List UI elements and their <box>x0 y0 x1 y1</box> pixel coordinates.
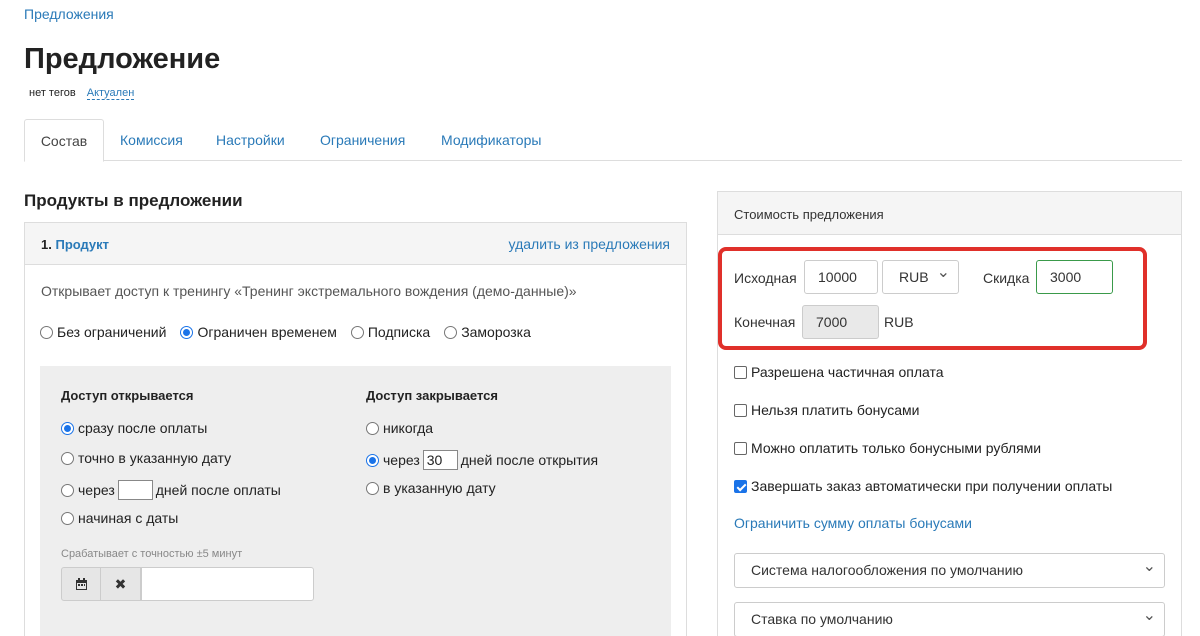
status-link[interactable]: Актуален <box>86 87 135 100</box>
radio-checked-icon[interactable] <box>61 421 74 435</box>
radio-icon[interactable] <box>61 483 74 497</box>
tab-settings[interactable]: Настройки <box>216 119 285 161</box>
tab-modifiers[interactable]: Модификаторы <box>441 119 541 161</box>
close-days-input[interactable]: 30 <box>422 450 458 470</box>
cost-panel-title: Стоимость предложения <box>718 192 1181 235</box>
product-description: Открывает доступ к тренингу «Тренинг экс… <box>41 283 577 299</box>
access-settings-box: Доступ открывается сразу после оплаты то… <box>40 366 671 636</box>
radio-checked-icon[interactable] <box>366 453 379 467</box>
checkbox-icon[interactable] <box>734 441 747 455</box>
date-picker-group: ✖ <box>61 567 314 601</box>
cost-panel: Стоимость предложения Исходная 10000 RUB… <box>717 191 1182 636</box>
checkbox-icon[interactable] <box>734 365 747 379</box>
radio-icon[interactable] <box>40 325 53 339</box>
radio-icon[interactable] <box>350 325 364 339</box>
tab-commission[interactable]: Комиссия <box>120 119 183 161</box>
auto-complete-order-checkbox[interactable]: Завершать заказ автоматически при получе… <box>734 478 1112 494</box>
access-open-title: Доступ открывается <box>61 388 194 403</box>
product-number: 1. <box>41 237 52 252</box>
checkbox-checked-icon[interactable] <box>734 479 747 493</box>
open-after-days-option[interactable]: через дней после оплаты <box>61 480 281 500</box>
currency-select[interactable]: RUB <box>882 257 959 294</box>
original-price-label: Исходная <box>734 270 797 286</box>
no-tags-label: нет тегов <box>29 87 76 99</box>
close-never-option[interactable]: никогда <box>366 420 433 436</box>
product-panel: 1. Продукт удалить из предложения Открыв… <box>24 222 687 636</box>
tags-row: нет тегов Актуален <box>29 87 135 100</box>
product-name-link[interactable]: Продукт <box>55 237 109 252</box>
remove-product-link[interactable]: удалить из предложения <box>509 236 670 252</box>
products-section-title: Продукты в предложении <box>24 191 243 210</box>
access-close-title: Доступ закрывается <box>366 388 498 403</box>
final-price-field: 7000 <box>802 305 879 339</box>
final-price-label: Конечная <box>734 314 796 330</box>
radio-icon[interactable] <box>366 421 379 435</box>
no-bonus-payment-checkbox[interactable]: Нельзя платить бонусами <box>734 402 919 418</box>
open-days-input[interactable] <box>117 480 153 500</box>
calendar-icon[interactable] <box>61 567 101 601</box>
date-input[interactable] <box>141 567 314 601</box>
partial-payment-checkbox[interactable]: Разрешена частичная оплата <box>734 364 944 380</box>
original-price-input[interactable]: 10000 <box>804 260 878 294</box>
access-type-freeze[interactable]: Заморозка <box>444 324 531 340</box>
access-type-group: Без ограничений Ограничен временем Подпи… <box>40 324 545 340</box>
tax-system-select[interactable]: Система налогообложения по умолчанию <box>734 550 1165 588</box>
tab-restrictions[interactable]: Ограничения <box>320 119 405 161</box>
product-header: 1. Продукт удалить из предложения <box>25 223 686 265</box>
checkbox-icon[interactable] <box>734 403 747 417</box>
open-immediately-option[interactable]: сразу после оплаты <box>61 420 207 436</box>
tabs: Состав Комиссия Настройки Ограничения Мо… <box>24 119 1182 162</box>
open-exact-date-option[interactable]: точно в указанную дату <box>61 450 231 466</box>
bonus-only-payment-checkbox[interactable]: Можно оплатить только бонусными рублями <box>734 440 1041 456</box>
access-type-time-limited[interactable]: Ограничен временем <box>180 324 337 340</box>
clear-date-icon[interactable]: ✖ <box>101 567 141 601</box>
limit-bonus-payment-link[interactable]: Ограничить сумму оплаты бонусами <box>734 515 972 531</box>
open-from-date-option[interactable]: начиная с даты <box>61 510 178 526</box>
precision-hint: Срабатывает с точностью ±5 минут <box>61 548 243 560</box>
close-date-option[interactable]: в указанную дату <box>366 480 496 496</box>
radio-icon[interactable] <box>61 511 74 525</box>
access-type-subscription[interactable]: Подписка <box>350 324 430 340</box>
page-title: Предложение <box>24 43 221 75</box>
radio-checked-icon[interactable] <box>180 325 194 339</box>
close-after-days-option[interactable]: через 30 дней после открытия <box>366 450 598 470</box>
final-currency-label: RUB <box>884 314 914 330</box>
discount-label: Скидка <box>983 270 1030 286</box>
access-type-unlimited[interactable]: Без ограничений <box>40 324 166 340</box>
tab-composition[interactable]: Состав <box>24 119 104 162</box>
vat-rate-select[interactable]: Ставка по умолчанию <box>734 599 1165 636</box>
discount-input[interactable]: 3000 <box>1036 260 1113 294</box>
radio-icon[interactable] <box>444 325 458 339</box>
breadcrumb[interactable]: Предложения <box>24 6 114 22</box>
radio-icon[interactable] <box>61 451 74 465</box>
radio-icon[interactable] <box>366 481 379 495</box>
